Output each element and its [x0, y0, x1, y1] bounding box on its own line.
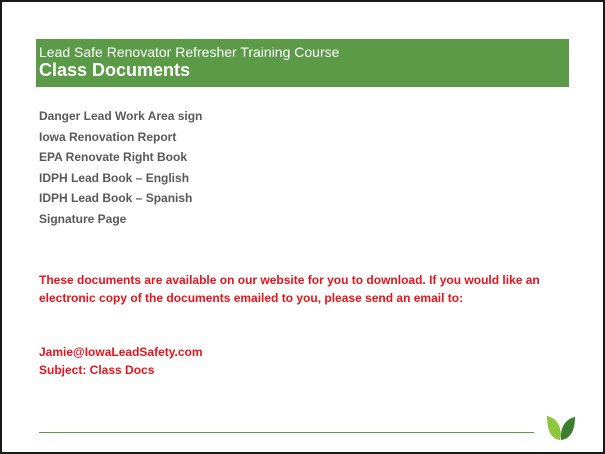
- document-item-lead-book-english: IDPH Lead Book – English: [39, 170, 190, 185]
- leaf-logo-icon: [547, 416, 575, 440]
- document-item-renovate-right-book: EPA Renovate Right Book: [39, 150, 188, 164]
- document-item-danger-sign: Danger Lead Work Area sign: [39, 109, 203, 123]
- download-notice: These documents are available on our web…: [39, 273, 540, 305]
- contact-block: Jamie@IowaLeadSafety.com Subject: Class …: [39, 343, 203, 379]
- document-list: Danger Lead Work Area sign Iowa Renovati…: [39, 106, 202, 229]
- header-bar: Lead Safe Renovator Refresher Training C…: [36, 39, 569, 87]
- course-title: Lead Safe Renovator Refresher Training C…: [39, 44, 340, 60]
- footer-divider: [39, 432, 534, 433]
- contact-subject: Subject: Class Docs: [39, 363, 155, 377]
- contact-email: Jamie@IowaLeadSafety.com: [39, 345, 203, 359]
- slide: Lead Safe Renovator Refresher Training C…: [0, 0, 605, 454]
- document-item-lead-book-spanish: IDPH Lead Book – Spanish: [39, 191, 193, 205]
- document-item-renovation-report: Iowa Renovation Report: [39, 129, 177, 144]
- page-title: Class Documents: [39, 60, 191, 80]
- document-item-signature-page: Signature Page: [39, 211, 127, 226]
